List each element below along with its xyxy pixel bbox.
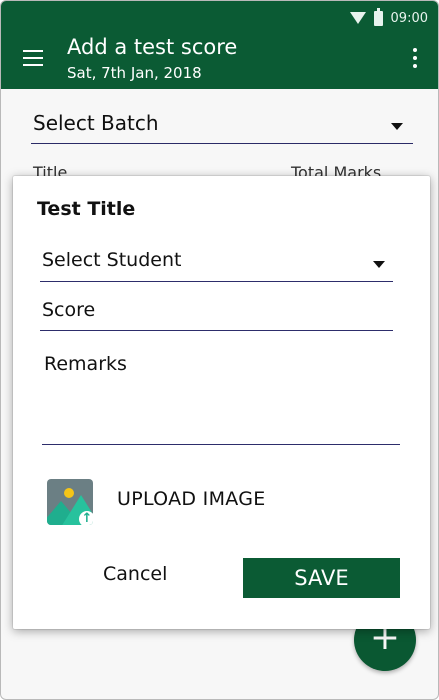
status-time: 09:00 bbox=[390, 10, 428, 26]
student-select[interactable]: Select Student bbox=[40, 246, 393, 282]
status-bar: 09:00 bbox=[349, 7, 428, 27]
remarks-placeholder: Remarks bbox=[44, 353, 127, 375]
upload-image-button[interactable]: UPLOAD IMAGE bbox=[117, 488, 266, 510]
app-bar: 09:00 Add a test score Sat, 7th Jan, 201… bbox=[1, 1, 438, 89]
image-upload-icon[interactable]: ↑ bbox=[47, 479, 93, 525]
save-button[interactable]: SAVE bbox=[243, 558, 400, 598]
dialog-title: Test Title bbox=[37, 198, 136, 220]
app-screen: 09:00 Add a test score Sat, 7th Jan, 201… bbox=[0, 0, 439, 700]
wifi-icon bbox=[349, 12, 366, 24]
page-subtitle: Sat, 7th Jan, 2018 bbox=[67, 64, 202, 82]
score-placeholder: Score bbox=[42, 299, 96, 321]
student-select-label: Select Student bbox=[42, 249, 182, 271]
score-input[interactable]: Score bbox=[40, 296, 393, 331]
remarks-input[interactable]: Remarks bbox=[42, 351, 400, 445]
dropdown-caret-icon bbox=[373, 261, 385, 268]
battery-icon bbox=[373, 7, 383, 26]
hamburger-menu-icon[interactable] bbox=[23, 50, 43, 66]
more-vert-icon[interactable] bbox=[412, 48, 418, 72]
page-title: Add a test score bbox=[67, 35, 238, 59]
add-score-dialog: Test Title Select Student Score Remarks … bbox=[13, 176, 430, 629]
cancel-button[interactable]: Cancel bbox=[103, 563, 167, 585]
